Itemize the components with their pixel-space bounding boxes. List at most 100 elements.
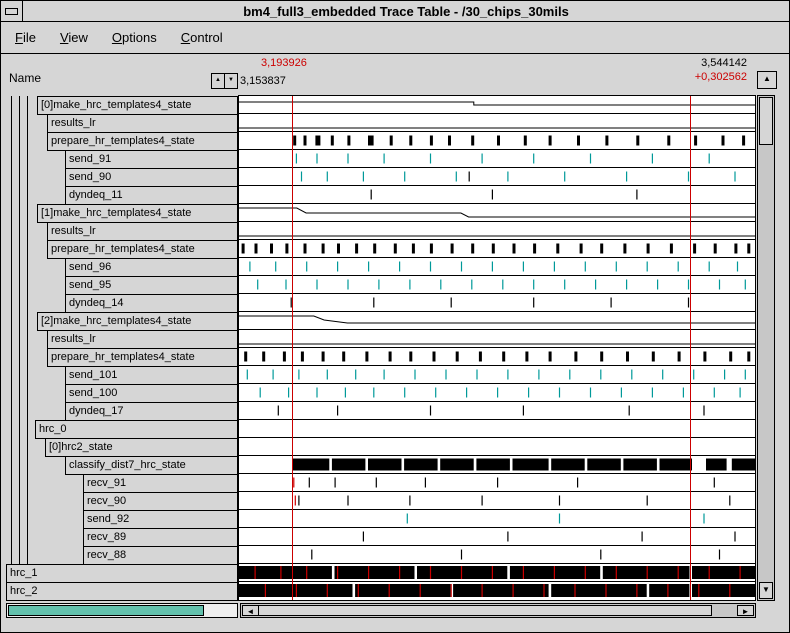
signal-trace-row[interactable] — [239, 330, 755, 348]
scroll-left-button[interactable]: ◄ — [242, 605, 259, 616]
signal-trace-row[interactable] — [239, 564, 755, 582]
signal-row: [1]make_hrc_templates4_state — [6, 204, 238, 222]
signal-trace-row[interactable] — [239, 510, 755, 528]
signal-name-2-make-hrc-templates4-state[interactable]: [2]make_hrc_templates4_state — [37, 312, 238, 331]
signal-trace-row[interactable] — [239, 96, 755, 114]
time-scroll-down-button[interactable]: ▼ — [224, 73, 238, 89]
delta-time-label: +0,302562 — [695, 71, 747, 83]
signal-row: dyndeq_14 — [6, 294, 238, 312]
signal-name-hrc-2[interactable]: hrc_2 — [6, 582, 238, 601]
scroll-to-top-button[interactable]: ▲ — [757, 71, 777, 89]
signal-name-1-make-hrc-templates4-state[interactable]: [1]make_hrc_templates4_state — [37, 204, 238, 223]
signal-trace-row[interactable] — [239, 222, 755, 240]
signal-trace-row[interactable] — [239, 366, 755, 384]
vertical-scrollbar-thumb[interactable] — [759, 97, 773, 145]
signal-trace-row[interactable] — [239, 474, 755, 492]
signal-row: send_90 — [6, 168, 238, 186]
scroll-down-button[interactable]: ▼ — [759, 582, 773, 599]
cursor1-time-label: 3,193926 — [261, 57, 307, 69]
waves-horizontal-scrollbar-thumb[interactable] — [258, 605, 712, 616]
waves-horizontal-scrollbar[interactable]: ◄ ► — [240, 603, 756, 618]
left-time-label: 3,153837 — [240, 75, 286, 87]
signal-name-prepare-hr-templates4-state[interactable]: prepare_hr_templates4_state — [47, 348, 238, 367]
titlebar[interactable]: bm4_full3_embedded Trace Table - /30_chi… — [1, 1, 789, 22]
signal-row: [2]make_hrc_templates4_state — [6, 312, 238, 330]
signal-name-0-hrc2-state[interactable]: [0]hrc2_state — [45, 438, 238, 457]
cursor-line-1[interactable] — [292, 96, 293, 600]
menu-control[interactable]: Control — [181, 30, 223, 45]
names-panel: [0]make_hrc_templates4_stateresults_lrpr… — [6, 96, 238, 600]
scroll-right-button[interactable]: ► — [737, 605, 754, 616]
signal-row: results_lr — [6, 330, 238, 348]
window-menu-icon — [5, 8, 18, 15]
trace-table-window: bm4_full3_embedded Trace Table - /30_chi… — [0, 0, 790, 633]
signal-trace-row[interactable] — [239, 240, 755, 258]
names-horizontal-scrollbar[interactable] — [6, 603, 238, 618]
signal-trace-row[interactable] — [239, 186, 755, 204]
signal-name-recv-89[interactable]: recv_89 — [83, 528, 238, 547]
signal-trace-row[interactable] — [239, 528, 755, 546]
signal-name-dyndeq-14[interactable]: dyndeq_14 — [65, 294, 238, 313]
signal-trace-row[interactable] — [239, 438, 755, 456]
signal-trace-row[interactable] — [239, 276, 755, 294]
signal-name-send-96[interactable]: send_96 — [65, 258, 238, 277]
signal-name-send-90[interactable]: send_90 — [65, 168, 238, 187]
signal-row: prepare_hr_templates4_state — [6, 348, 238, 366]
signal-name-dyndeq-17[interactable]: dyndeq_17 — [65, 402, 238, 421]
signal-name-results-lr[interactable]: results_lr — [47, 222, 238, 241]
time-scroll-up-button[interactable]: ▲ — [211, 73, 225, 89]
signal-row: dyndeq_11 — [6, 186, 238, 204]
signal-trace-row[interactable] — [239, 204, 755, 222]
wave-panel[interactable] — [238, 95, 756, 601]
signal-name-0-make-hrc-templates4-state[interactable]: [0]make_hrc_templates4_state — [37, 96, 238, 115]
signal-name-send-95[interactable]: send_95 — [65, 276, 238, 295]
signal-trace-row[interactable] — [239, 294, 755, 312]
menu-options[interactable]: Options — [112, 30, 157, 45]
signal-trace-row[interactable] — [239, 402, 755, 420]
signal-trace-row[interactable] — [239, 150, 755, 168]
signal-trace-row[interactable] — [239, 258, 755, 276]
signal-name-dyndeq-11[interactable]: dyndeq_11 — [65, 186, 238, 205]
signal-name-recv-88[interactable]: recv_88 — [83, 546, 238, 565]
signal-trace-row[interactable] — [239, 114, 755, 132]
signal-name-recv-91[interactable]: recv_91 — [83, 474, 238, 493]
menu-view[interactable]: View — [60, 30, 88, 45]
signal-trace-row[interactable] — [239, 168, 755, 186]
signal-row: hrc_2 — [6, 582, 238, 600]
names-horizontal-scrollbar-thumb[interactable] — [8, 605, 204, 616]
signal-row: recv_90 — [6, 492, 238, 510]
signal-trace-row[interactable] — [239, 348, 755, 366]
signal-trace-row[interactable] — [239, 582, 755, 600]
signal-name-send-91[interactable]: send_91 — [65, 150, 238, 169]
right-time-label: 3,544142 — [701, 57, 747, 69]
signal-trace-row[interactable] — [239, 420, 755, 438]
menu-file[interactable]: File — [15, 30, 36, 45]
signal-trace-row[interactable] — [239, 312, 755, 330]
signal-name-send-92[interactable]: send_92 — [83, 510, 238, 529]
signal-row: hrc_0 — [6, 420, 238, 438]
signal-trace-row[interactable] — [239, 456, 755, 474]
signal-row: [0]make_hrc_templates4_state — [6, 96, 238, 114]
signal-trace-row[interactable] — [239, 492, 755, 510]
signal-row: classify_dist7_hrc_state — [6, 456, 238, 474]
signal-name-send-100[interactable]: send_100 — [65, 384, 238, 403]
signal-trace-row[interactable] — [239, 132, 755, 150]
signal-name-send-101[interactable]: send_101 — [65, 366, 238, 385]
signal-name-prepare-hr-templates4-state[interactable]: prepare_hr_templates4_state — [47, 240, 238, 259]
signal-name-recv-90[interactable]: recv_90 — [83, 492, 238, 511]
window-title: bm4_full3_embedded Trace Table - /30_chi… — [23, 4, 789, 19]
signal-name-results-lr[interactable]: results_lr — [47, 330, 238, 349]
signal-name-results-lr[interactable]: results_lr — [47, 114, 238, 133]
signal-row: dyndeq_17 — [6, 402, 238, 420]
window-menu-button[interactable] — [1, 1, 23, 21]
signal-name-prepare-hr-templates4-state[interactable]: prepare_hr_templates4_state — [47, 132, 238, 151]
vertical-scrollbar[interactable]: ▼ — [757, 95, 775, 601]
signal-name-classify-dist7-hrc-state[interactable]: classify_dist7_hrc_state — [65, 456, 238, 475]
cursor-line-2[interactable] — [690, 96, 691, 600]
signal-name-hrc-1[interactable]: hrc_1 — [6, 564, 238, 583]
signal-name-hrc-0[interactable]: hrc_0 — [35, 420, 238, 439]
signal-trace-row[interactable] — [239, 546, 755, 564]
menubar: File View Options Control — [1, 22, 789, 54]
signal-row: send_91 — [6, 150, 238, 168]
signal-trace-row[interactable] — [239, 384, 755, 402]
